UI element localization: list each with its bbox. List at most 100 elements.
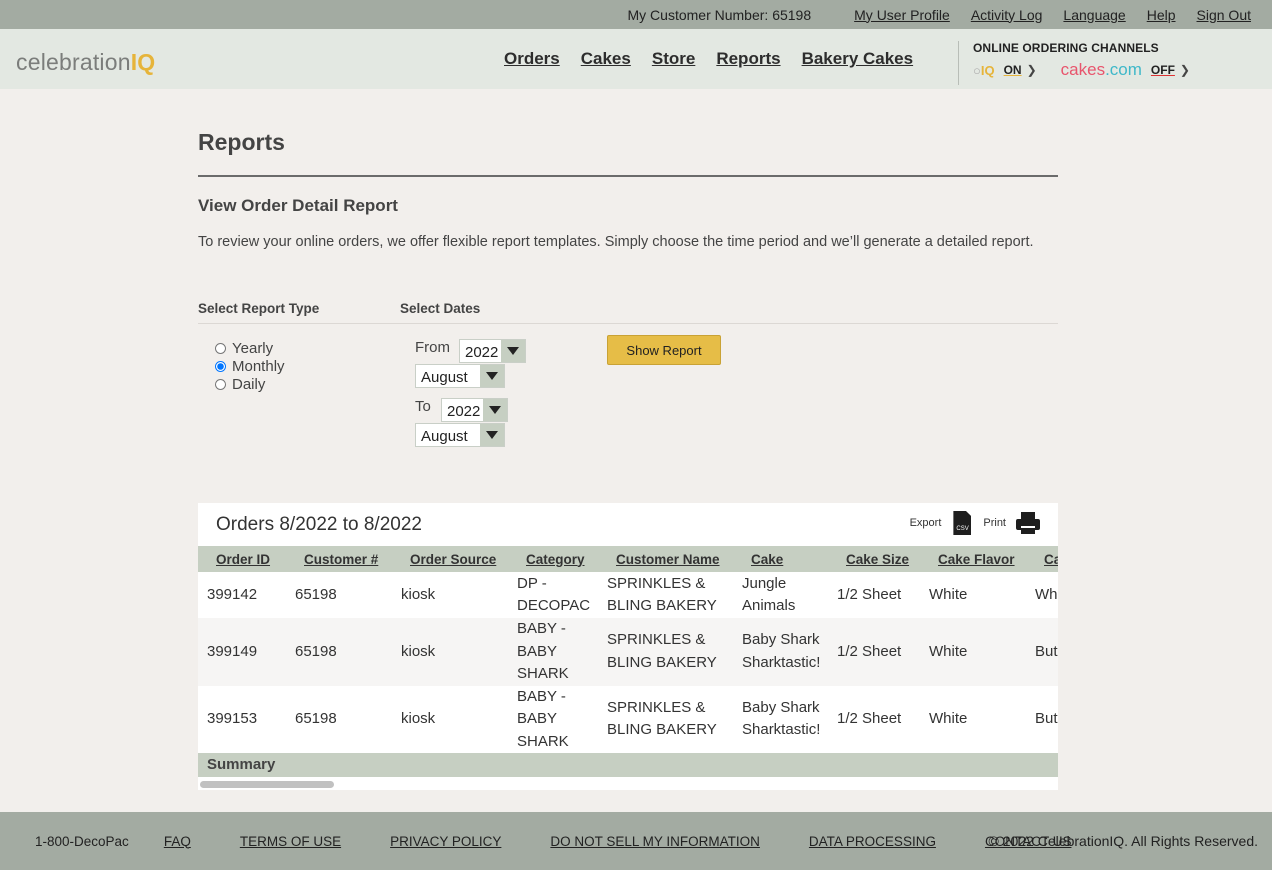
dropdown-arrow-icon <box>480 365 504 387</box>
report-panel: Orders 8/2022 to 8/2022 Export CSV Print… <box>198 503 1058 790</box>
nav-cakes[interactable]: Cakes <box>581 49 631 69</box>
nav-reports[interactable]: Reports <box>716 49 780 69</box>
site-footer: 1-800-DecoPac FAQ TERMS OF USE PRIVACY P… <box>0 812 1272 870</box>
col-cake[interactable]: Cake <box>733 546 828 572</box>
to-year-select[interactable]: 2022 <box>441 398 508 422</box>
cakescom-channel-logo: cakes.com <box>1060 60 1142 79</box>
utility-bar: My Customer Number: 65198 My User Profil… <box>0 0 1272 29</box>
ciq-channel-logo: ○IQ <box>973 62 995 78</box>
online-ordering-channels: ONLINE ORDERING CHANNELS ○IQ ON ❯ cakes.… <box>958 41 1190 85</box>
dropdown-arrow-icon <box>483 399 507 421</box>
activity-log-link[interactable]: Activity Log <box>971 7 1043 23</box>
col-category[interactable]: Category <box>508 546 598 572</box>
footer-do-not-sell-link[interactable]: DO NOT SELL MY INFORMATION <box>550 834 760 849</box>
report-type-monthly[interactable]: Monthly <box>215 357 285 375</box>
cell-order-id: 399142 <box>198 572 286 618</box>
printer-icon[interactable] <box>1016 512 1040 534</box>
cell-category: BABY - BABY SHARK <box>508 685 598 753</box>
cakescom-channel-status[interactable]: OFF <box>1151 63 1175 77</box>
cell-order-id: 399153 <box>198 685 286 753</box>
table-row: 399153 65198 kiosk BABY - BABY SHARK SPR… <box>198 685 1058 753</box>
cell-cake-flavor: White <box>920 685 1026 753</box>
daily-radio[interactable] <box>215 378 226 390</box>
cell-category: DP - DECOPAC <box>508 572 598 618</box>
cell-cake: Baby Shark Sharktastic! <box>733 618 828 686</box>
col-order-id[interactable]: Order ID <box>198 546 286 572</box>
cell-cake-flavor: White <box>920 618 1026 686</box>
intro-text: To review your online orders, we offer f… <box>198 234 1034 250</box>
form-divider <box>198 323 1058 324</box>
language-link[interactable]: Language <box>1063 7 1125 23</box>
cell-order-source: kiosk <box>392 685 508 753</box>
footer-data-processing-link[interactable]: DATA PROCESSING <box>809 834 936 849</box>
ciq-ring-icon: ○ <box>973 62 981 78</box>
cell-order-source: kiosk <box>392 572 508 618</box>
nav-orders[interactable]: Orders <box>504 49 560 69</box>
footer-faq-link[interactable]: FAQ <box>164 834 191 849</box>
orders-table: Order ID Customer # Order Source Categor… <box>198 546 1058 777</box>
footer-copyright: © 2022 CelebrationIQ. All Rights Reserve… <box>988 833 1258 849</box>
summary-label: Summary <box>198 753 1058 777</box>
site-header: celebrationIQ Orders Cakes Store Reports… <box>0 29 1272 89</box>
my-user-profile-link[interactable]: My User Profile <box>854 7 950 23</box>
cell-customer-name: SPRINKLES & BLING BAKERY <box>598 685 733 753</box>
help-link[interactable]: Help <box>1147 7 1176 23</box>
ciq-channel-status[interactable]: ON <box>1004 63 1022 77</box>
chevron-right-icon[interactable]: ❯ <box>1027 63 1037 77</box>
dropdown-arrow-icon <box>501 340 525 362</box>
show-report-button[interactable]: Show Report <box>607 335 721 365</box>
col-customer-name[interactable]: Customer Name <box>598 546 733 572</box>
report-title: Orders 8/2022 to 8/2022 <box>216 514 422 535</box>
col-truncated[interactable]: Ca <box>1026 546 1058 572</box>
report-type-yearly[interactable]: Yearly <box>215 339 285 357</box>
col-cake-size[interactable]: Cake Size <box>828 546 920 572</box>
report-type-group: Yearly Monthly Daily <box>215 339 285 393</box>
cell-customer-number: 65198 <box>286 572 392 618</box>
footer-terms-link[interactable]: TERMS OF USE <box>240 834 341 849</box>
yearly-radio[interactable] <box>215 342 226 354</box>
section-title: View Order Detail Report <box>198 196 398 215</box>
cell-customer-number: 65198 <box>286 685 392 753</box>
footer-phone: 1-800-DecoPac <box>35 833 129 849</box>
cell-customer-name: SPRINKLES & BLING BAKERY <box>598 618 733 686</box>
report-type-label: Select Report Type <box>198 301 320 316</box>
customer-number: My Customer Number: 65198 <box>627 6 812 23</box>
cell-cake: Jungle Animals <box>733 572 828 618</box>
cell-cake-size: 1/2 Sheet <box>828 685 920 753</box>
export-label[interactable]: Export <box>910 517 942 529</box>
monthly-radio[interactable] <box>215 360 226 372</box>
celebrationiq-logo[interactable]: celebrationIQ <box>16 49 155 76</box>
to-month-select[interactable]: August <box>415 423 505 447</box>
report-tools: Export CSV Print <box>910 511 1040 535</box>
table-row: 399142 65198 kiosk DP - DECOPAC SPRINKLE… <box>198 572 1058 618</box>
from-label: From <box>415 339 450 356</box>
cell-customer-name: SPRINKLES & BLING BAKERY <box>598 572 733 618</box>
footer-privacy-link[interactable]: PRIVACY POLICY <box>390 834 501 849</box>
nav-bakery-cakes[interactable]: Bakery Cakes <box>802 49 914 69</box>
nav-store[interactable]: Store <box>652 49 695 69</box>
cell-truncated: But Wh <box>1026 618 1058 686</box>
horizontal-scrollbar[interactable] <box>198 779 1058 790</box>
cell-category: BABY - BABY SHARK <box>508 618 598 686</box>
chevron-right-icon[interactable]: ❯ <box>1180 63 1190 77</box>
print-label[interactable]: Print <box>983 517 1006 529</box>
cell-customer-number: 65198 <box>286 618 392 686</box>
col-cake-flavor[interactable]: Cake Flavor <box>920 546 1026 572</box>
cell-truncated: But Wh <box>1026 685 1058 753</box>
from-month-select[interactable]: August <box>415 364 505 388</box>
col-order-source[interactable]: Order Source <box>392 546 508 572</box>
table-header-row: Order ID Customer # Order Source Categor… <box>198 546 1058 572</box>
scrollbar-thumb[interactable] <box>200 781 334 788</box>
title-divider <box>198 175 1058 177</box>
cell-truncated: Wh - Ch <box>1026 572 1058 618</box>
col-customer-number[interactable]: Customer # <box>286 546 392 572</box>
channels-title: ONLINE ORDERING CHANNELS <box>973 41 1159 55</box>
to-label: To <box>415 398 431 415</box>
dropdown-arrow-icon <box>480 424 504 446</box>
table-row: 399149 65198 kiosk BABY - BABY SHARK SPR… <box>198 618 1058 686</box>
sign-out-link[interactable]: Sign Out <box>1197 7 1251 23</box>
cell-cake: Baby Shark Sharktastic! <box>733 685 828 753</box>
from-year-select[interactable]: 2022 <box>459 339 526 363</box>
report-type-daily[interactable]: Daily <box>215 375 285 393</box>
csv-export-icon[interactable]: CSV <box>953 511 972 535</box>
